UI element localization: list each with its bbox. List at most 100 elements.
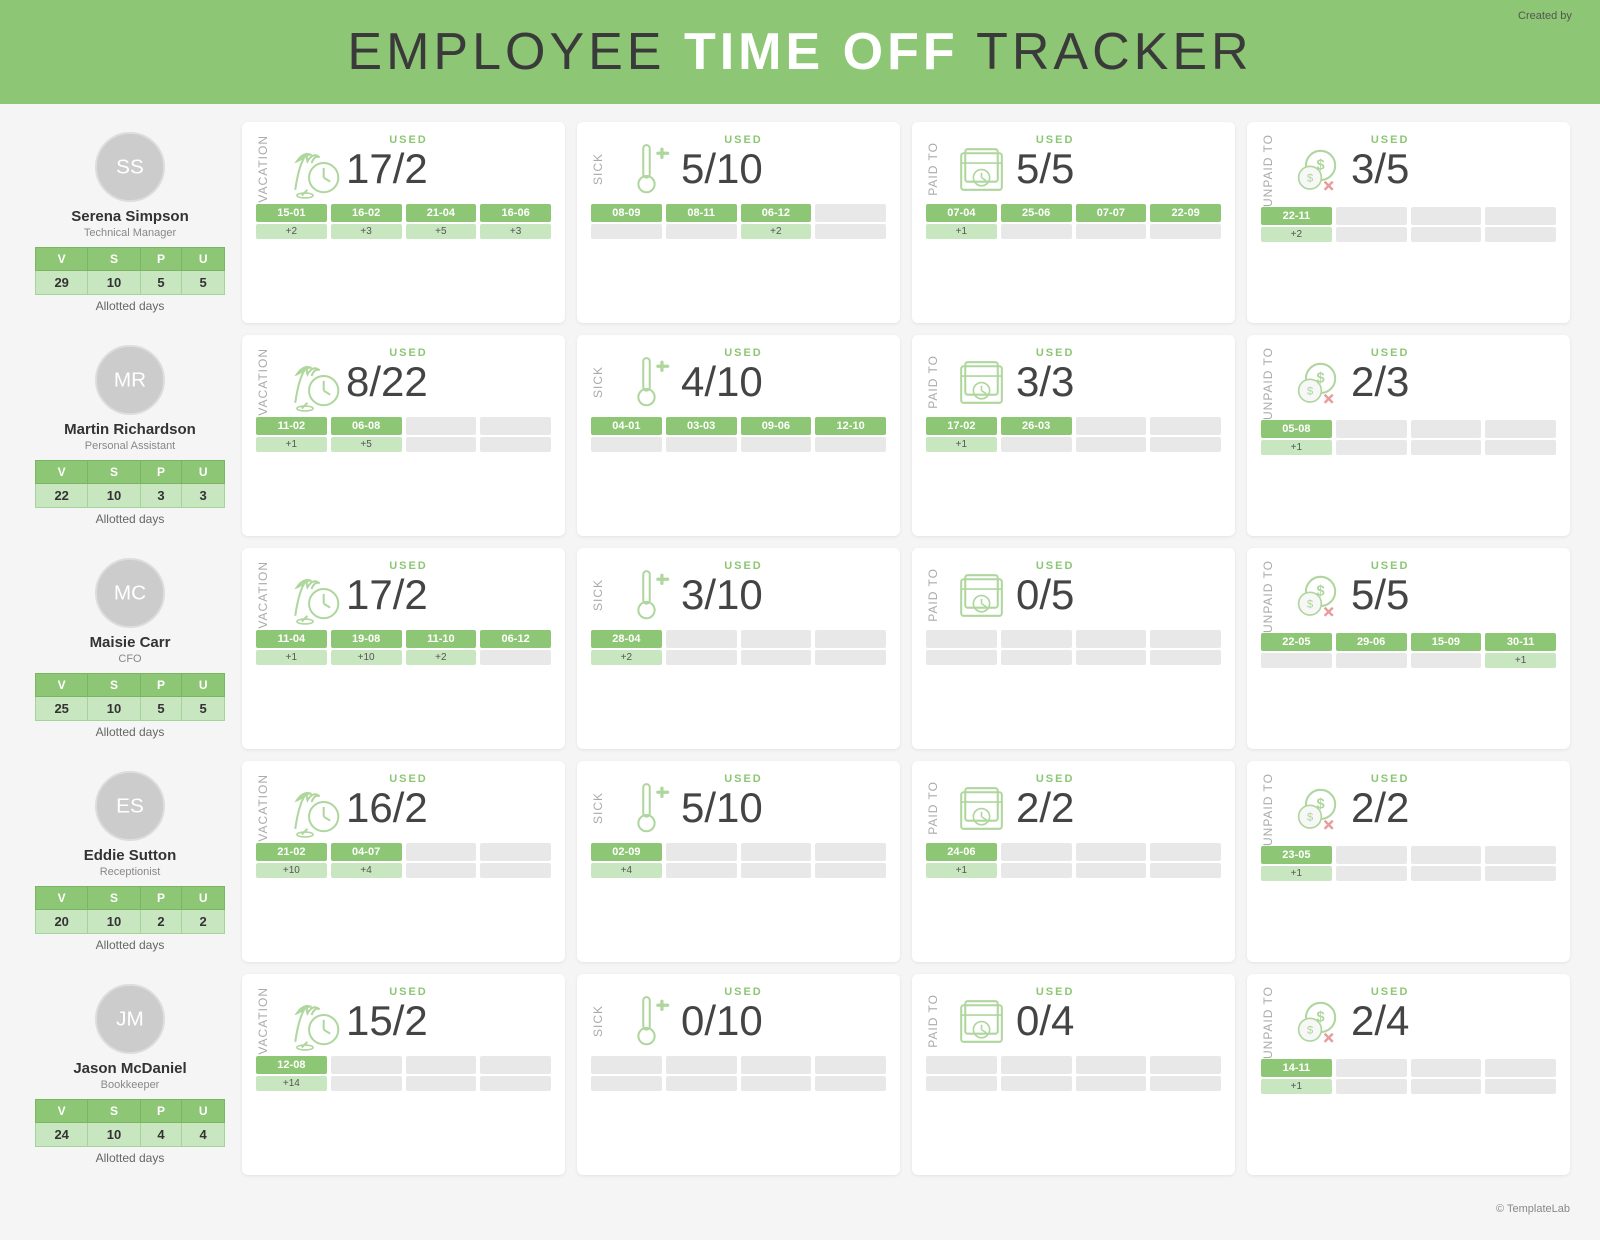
- date-delta: [331, 1076, 402, 1091]
- card-right: USED 0/5: [1016, 560, 1074, 616]
- footer-text: © TemplateLab: [1496, 1203, 1570, 1215]
- date-entry: 08-11: [666, 204, 737, 239]
- val-s: 10: [88, 271, 140, 295]
- category-card: Unpaid TO $ $ USED 5/5 22-05 29-06: [1247, 548, 1570, 749]
- date-entry: 22-05: [1261, 633, 1332, 668]
- date-delta: [1150, 863, 1221, 878]
- date-grid: 05-08 +1: [1261, 420, 1556, 455]
- val-u: 4: [182, 1123, 225, 1147]
- date-box: 03-03: [666, 417, 737, 435]
- date-delta: [1150, 224, 1221, 239]
- card-inner: Paid TO USED 5/5: [926, 134, 1221, 204]
- date-entry: 11-10 +2: [406, 630, 477, 665]
- date-box: [591, 1056, 662, 1074]
- svg-text:$: $: [1306, 172, 1313, 184]
- card-inner: Sick USED 5/10: [591, 134, 886, 204]
- card-inner: Sick USED 3/10: [591, 560, 886, 630]
- card-inner: Sick USED 4/10: [591, 347, 886, 417]
- col-u: U: [182, 461, 225, 484]
- date-box: [406, 417, 477, 435]
- date-box: [1336, 1059, 1407, 1077]
- allotted-table: V S P U 22 10 3 3: [35, 460, 225, 508]
- date-entry: [926, 630, 997, 665]
- employee-name: Serena Simpson: [71, 208, 189, 225]
- card-type-label: Vacation: [256, 135, 270, 203]
- date-box: [1411, 420, 1482, 438]
- card-type-label: Unpaid TO: [1261, 347, 1275, 420]
- card-inner: Paid TO USED 0/4: [926, 986, 1221, 1056]
- category-card: Unpaid TO $ $ USED 3/5 22-11 +2: [1247, 122, 1570, 323]
- date-entry: 25-06: [1001, 204, 1072, 239]
- card-type-label: Sick: [591, 1005, 605, 1037]
- date-delta: [741, 1076, 812, 1091]
- date-entry: [1336, 207, 1407, 242]
- used-value: 17/2: [346, 574, 428, 616]
- card-icon: $ $: [1281, 773, 1351, 843]
- card-right: USED 5/10: [681, 134, 763, 190]
- used-value: 16/2: [346, 787, 428, 829]
- date-box: 06-08: [331, 417, 402, 435]
- date-entry: [1001, 630, 1072, 665]
- employee-row: MR Martin Richardson Personal Assistant …: [30, 335, 1570, 536]
- col-p: P: [140, 248, 182, 271]
- avatar: MC: [95, 558, 165, 628]
- date-entry: [1485, 420, 1556, 455]
- val-p: 5: [140, 271, 182, 295]
- date-entry: 12-08 +14: [256, 1056, 327, 1091]
- date-delta: [926, 650, 997, 665]
- used-value: 0/10: [681, 1000, 763, 1042]
- date-box: 06-12: [480, 630, 551, 648]
- card-icon: [611, 773, 681, 843]
- date-delta: +4: [331, 863, 402, 878]
- date-delta: [666, 224, 737, 239]
- card-icon: [276, 134, 346, 204]
- col-v: V: [36, 674, 88, 697]
- date-box: 11-02: [256, 417, 327, 435]
- date-delta: +2: [1261, 227, 1332, 242]
- date-delta: [815, 1076, 886, 1091]
- date-entry: 15-09: [1411, 633, 1482, 668]
- card-right: USED 16/2: [346, 773, 428, 829]
- date-delta: [1150, 650, 1221, 665]
- date-box: 04-07: [331, 843, 402, 861]
- val-p: 3: [140, 484, 182, 508]
- date-box: 19-08: [331, 630, 402, 648]
- card-right: USED 5/10: [681, 773, 763, 829]
- date-box: 21-04: [406, 204, 477, 222]
- date-grid: 24-06 +1: [926, 843, 1221, 878]
- logo-name: TemplateLAB: [1510, 22, 1580, 34]
- date-entry: [1150, 1056, 1221, 1091]
- val-v: 22: [36, 484, 88, 508]
- date-box: [815, 843, 886, 861]
- employee-row: SS Serena Simpson Technical Manager V S …: [30, 122, 1570, 323]
- employee-title: Receptionist: [100, 866, 161, 878]
- date-grid: 21-02 +10 04-07 +4: [256, 843, 551, 878]
- card-inner: Paid TO USED 2/2: [926, 773, 1221, 843]
- card-type-label: Unpaid TO: [1261, 134, 1275, 207]
- employee-name: Jason McDaniel: [73, 1060, 186, 1077]
- svg-text:ES: ES: [116, 795, 144, 818]
- date-delta: [1150, 1076, 1221, 1091]
- category-card: Vacation USED 17/2 11-04 +1 19-08 +10: [242, 548, 565, 749]
- card-right: USED 2/4: [1351, 986, 1409, 1042]
- used-value: 2/2: [1351, 787, 1409, 829]
- date-delta: [480, 863, 551, 878]
- val-v: 29: [36, 271, 88, 295]
- date-box: 09-06: [741, 417, 812, 435]
- category-card: Vacation USED 8/22 11-02 +1 06-08 +5: [242, 335, 565, 536]
- date-entry: 03-03: [666, 417, 737, 452]
- date-delta: [815, 437, 886, 452]
- category-card: Paid TO USED 2/2 24-06 +1: [912, 761, 1235, 962]
- col-s: S: [88, 461, 140, 484]
- category-card: Unpaid TO $ $ USED 2/2 23-05 +1: [1247, 761, 1570, 962]
- date-box: [480, 417, 551, 435]
- allotted-label: Allotted days: [96, 938, 165, 952]
- date-box: 30-11: [1485, 633, 1556, 651]
- date-box: 12-10: [815, 417, 886, 435]
- date-entry: 14-11 +1: [1261, 1059, 1332, 1094]
- card-icon: [611, 986, 681, 1056]
- date-entry: [591, 1056, 662, 1091]
- date-delta: [1261, 653, 1332, 668]
- date-box: [1150, 630, 1221, 648]
- card-inner: Vacation USED 17/2: [256, 560, 551, 630]
